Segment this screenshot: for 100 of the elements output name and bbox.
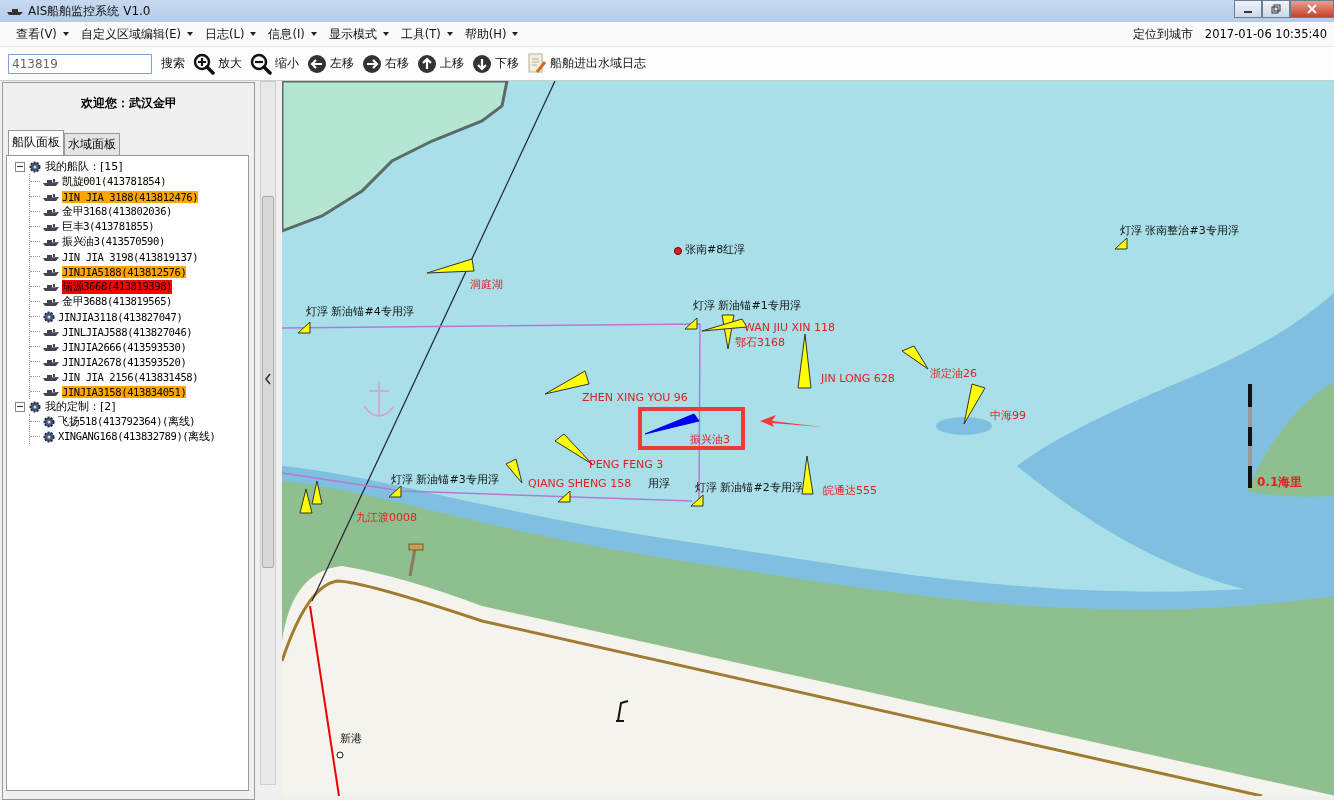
vessel-label: 中海99 [990,409,1026,422]
toolbar-button[interactable]: 右移 [359,53,412,74]
close-button[interactable] [1290,0,1334,18]
vessel-tree-item[interactable]: JINJIA3118(413827047) [58,310,183,323]
toolbar-button[interactable]: 左移 [304,53,357,74]
vessel-label: 振兴油3 [690,433,730,446]
vessel-label: 鄂石3168 [735,336,785,349]
vessel-label: 浙定油26 [930,367,977,380]
collapse-toggle[interactable] [15,161,25,172]
buoy-marker [674,247,682,255]
vessel-tree-item[interactable]: JIN JIA 3198(413819137) [62,250,199,263]
ship-icon [43,222,59,231]
vessel-tree-item[interactable]: XINGANG168(413832789)(离线) [58,429,216,444]
vessel-marker[interactable] [963,383,986,425]
selected-vessel-marker[interactable] [644,413,700,435]
vessel-tree-item[interactable]: 凯旋001(413781854) [62,174,167,189]
vessel-marker[interactable] [426,258,475,274]
ship-icon [43,387,59,396]
ship-icon [43,327,59,336]
vessel-tree-item[interactable]: JINJIA2666(413593530) [62,340,187,353]
gear-icon [43,310,55,323]
buoy-label: 灯浮 张南整治#3专用浮 [1120,224,1239,237]
ship-icon [6,6,24,16]
toolbar-button[interactable]: 放大 [190,52,245,75]
zoom-out-icon [250,52,272,75]
panel-tab[interactable]: 船队面板 [8,130,64,155]
buoy-marker [388,485,402,498]
buoy-label: 灯浮 新油锚#1专用浮 [693,299,801,312]
locate-city-button[interactable]: 定位到城市 [1126,26,1205,42]
welcome-text: 欢迎您：武汉金甲 [79,95,178,112]
zoom-in-icon [193,52,215,75]
restore-icon [1271,4,1281,14]
scrollbar[interactable] [260,81,276,785]
ship-icon [43,267,59,276]
menu-item[interactable]: 自定义区域编辑(E) [74,26,200,42]
search-field[interactable]: 413819 [8,53,152,74]
vessel-marker[interactable] [901,345,929,370]
scale-label: 0.1海里 [1257,475,1303,489]
toolbar-button[interactable]: 缩小 [247,52,302,75]
vessel-tree-item[interactable]: 瑞源3668(413819398) [62,279,173,294]
caret-icon [310,32,317,36]
vessel-marker[interactable] [544,370,590,395]
harbor-marker [336,751,344,759]
vessel-tree-item[interactable]: 巨丰3(413781855) [62,219,155,234]
menu-item[interactable]: 日志(L) [199,26,263,42]
beacon-icon [615,700,629,722]
vessel-tree-item[interactable]: JIN JIA 3188(413812476) [62,190,199,203]
vessel-tree-item[interactable]: JINJIA3158(413834051) [62,385,187,398]
tree-group-label[interactable]: 我的船队：[15] [45,159,123,174]
vessel-tree-item[interactable]: JINLJIAJ588(413827046) [62,325,193,338]
collapse-toggle[interactable] [15,401,25,412]
search-button[interactable]: 搜索 [158,56,188,71]
panel-tab[interactable]: 水域面板 [64,133,120,155]
window-title: AIS船舶监控系统 V1.0 [28,2,151,20]
vessel-tree-item[interactable]: JINJIA5188(413812576) [62,265,187,278]
menu-item[interactable]: 帮助(H) [458,26,525,42]
vessel-tree-item[interactable]: JIN JIA 2156(413831458) [62,370,199,383]
vessel-tree-item[interactable]: 振兴油3(413570590) [62,234,165,249]
caret-icon [382,32,389,36]
toolbar-button[interactable]: 船舶进出水域日志 [524,52,649,75]
caret-icon [187,32,194,36]
buoy-label: 张南#8红浮 [685,243,746,256]
vessel-tree-item[interactable]: JINJIA2678(413593520) [62,355,187,368]
ship-icon [43,237,59,246]
minimize-icon [1244,11,1252,13]
buoy-marker [684,317,698,330]
place-label: 新港 [340,732,362,745]
buoy-marker [297,321,311,334]
vessel-label: 皖通达555 [823,484,877,497]
collapse-chevron-icon[interactable] [264,373,272,385]
menu-item[interactable]: 工具(T) [394,26,459,42]
tree-group-label[interactable]: 我的定制：[2] [45,399,116,414]
ship-icon [43,282,59,291]
buoy-label: 灯浮 新油锚#2专用浮 [695,481,803,494]
shoal-area [936,417,992,435]
menu-item[interactable]: 显示模式 [322,26,395,42]
restore-button[interactable] [1262,0,1290,18]
vessel-marker[interactable] [797,333,812,389]
vessel-label: 九江渡0008 [356,511,417,524]
toolbar-button[interactable]: 下移 [469,53,522,74]
toolbar-button[interactable]: 上移 [414,53,467,74]
menu-item[interactable]: 查看(V) [10,26,75,42]
vessel-marker[interactable] [801,455,814,495]
ship-icon [43,192,59,201]
buoy-label: 灯浮 新油锚#3专用浮 [391,473,499,486]
vessel-marker[interactable] [505,458,523,484]
vessel-tree-item[interactable]: 金甲3688(413819565) [62,294,173,309]
buoy-marker [690,494,704,507]
vessel-tree-item[interactable]: 飞扬518(413792364)(离线) [58,414,196,429]
buoy-label: 灯浮 新油锚#4专用浮 [306,305,414,318]
vessel-marker[interactable] [299,480,323,514]
minimize-button[interactable] [1234,0,1262,18]
vessel-label: JIN LONG 628 [821,372,895,385]
document-pencil-icon [527,52,547,75]
menu-item[interactable]: 信息(I) [262,26,323,42]
ship-icon [43,177,59,186]
ship-icon [43,357,59,366]
gear-icon [29,400,41,413]
vessel-tree-item[interactable]: 金甲3168(413802036) [62,204,173,219]
caret-icon [512,32,519,36]
